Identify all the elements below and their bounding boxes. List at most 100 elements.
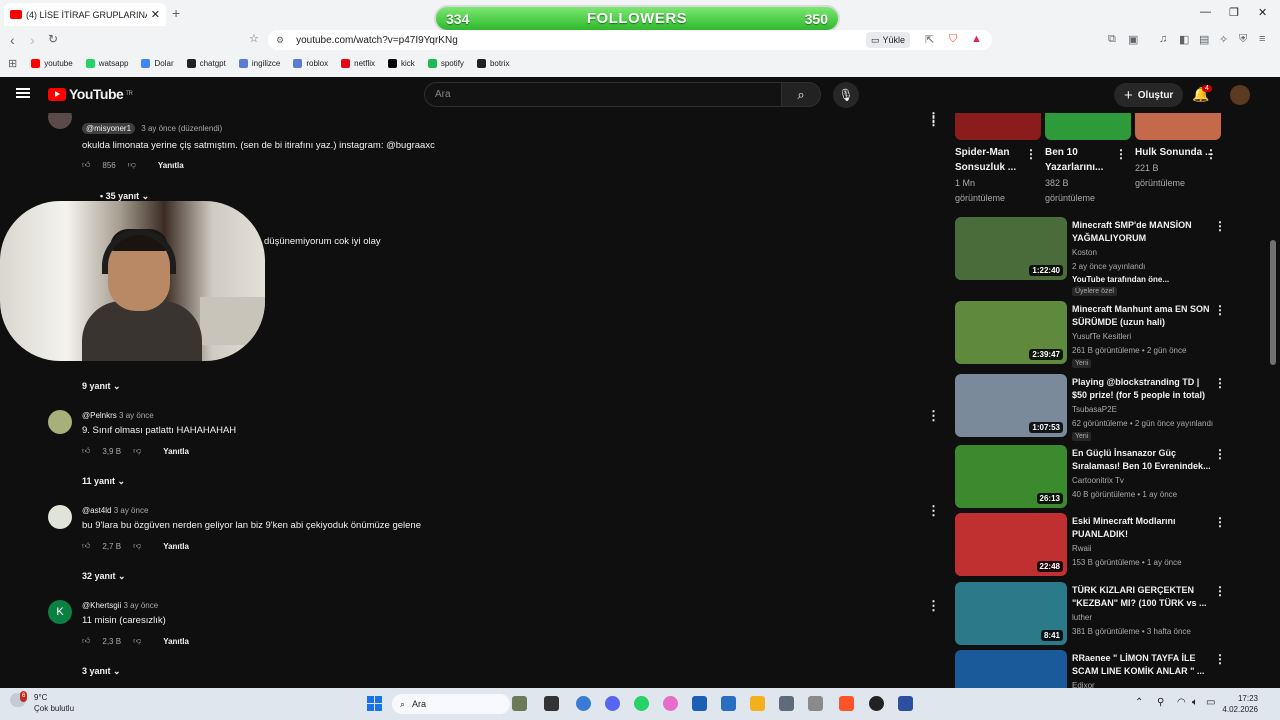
file-explorer-icon[interactable]: [750, 696, 765, 711]
reply-button[interactable]: Yanıtla: [158, 161, 184, 170]
minimize-icon[interactable]: —: [1200, 6, 1211, 18]
video-title[interactable]: RRaenee " LİMON TAYFA İLE SCAM LINE KOMİ…: [1072, 652, 1212, 677]
author-chip[interactable]: @misyoner1: [82, 123, 136, 134]
video-thumbnail[interactable]: [955, 650, 1067, 688]
sidebar-icon[interactable]: ◧: [1179, 33, 1189, 46]
create-button[interactable]: + Oluştur: [1114, 83, 1184, 107]
store-icon[interactable]: [692, 696, 707, 711]
new-tab-button[interactable]: +: [172, 5, 180, 21]
video-thumbnail[interactable]: 2:39:47: [955, 301, 1067, 364]
video-channel[interactable]: Cartoonitrix Tv: [1072, 476, 1124, 485]
tray-chevron-icon[interactable]: ⌃: [1135, 697, 1143, 708]
video-menu-icon[interactable]: ⋮: [1214, 652, 1226, 666]
avatar[interactable]: [48, 505, 72, 529]
bookmark-6[interactable]: netflix: [341, 58, 375, 68]
obs-icon[interactable]: [869, 696, 884, 711]
short-menu-icon[interactable]: ⋮: [1205, 147, 1217, 161]
back-icon[interactable]: ‹: [10, 32, 15, 48]
video-title[interactable]: Playing @blockstranding TD | $50 prize! …: [1072, 376, 1212, 401]
account-avatar[interactable]: [1230, 85, 1250, 105]
video-thumbnail[interactable]: 1:07:53: [955, 374, 1067, 437]
short-thumbnail[interactable]: [1135, 113, 1221, 140]
avatar[interactable]: [48, 113, 72, 129]
replies-toggle[interactable]: 11 yanıt ⌄: [82, 476, 125, 487]
calculator-icon[interactable]: [779, 696, 794, 711]
tab-search-icon[interactable]: ▣: [1128, 33, 1138, 46]
video-title[interactable]: Minecraft SMP'de MANSİON YAĞMALIYORUM: [1072, 219, 1212, 244]
video-menu-icon[interactable]: ⋮: [1214, 303, 1226, 317]
short-thumbnail[interactable]: [1045, 113, 1131, 140]
brave-icon[interactable]: [839, 696, 854, 711]
menu-icon[interactable]: ≡: [1259, 33, 1265, 45]
comment-menu-icon[interactable]: ⋮: [927, 503, 940, 519]
battery-icon[interactable]: ▭: [1206, 697, 1215, 708]
avatar[interactable]: [48, 410, 72, 434]
forward-icon[interactable]: ›: [30, 32, 35, 48]
search-input[interactable]: Ara: [424, 82, 782, 107]
comment-author[interactable]: @Pelnkrs: [82, 411, 117, 420]
short-item[interactable]: Hulk Sonunda ... 221 Bgörüntüleme ⋮: [1135, 113, 1221, 190]
vpn-icon[interactable]: ⛨: [1239, 33, 1247, 46]
bookmark-3[interactable]: chatgpt: [186, 58, 226, 68]
like-icon[interactable]: 👍︎: [82, 636, 90, 646]
close-window-icon[interactable]: ✕: [1258, 6, 1267, 19]
mouse-app-icon[interactable]: [808, 696, 823, 711]
video-thumbnail[interactable]: 22:48: [955, 513, 1067, 576]
maximize-icon[interactable]: ❐: [1229, 6, 1239, 19]
voice-search-button[interactable]: 🎙: [833, 82, 859, 108]
like-icon[interactable]: 👍︎: [82, 541, 90, 551]
usb-icon[interactable]: ⚲: [1157, 697, 1164, 708]
video-channel[interactable]: luther: [1072, 613, 1092, 622]
discord-icon[interactable]: [605, 696, 620, 711]
bookmark-icon[interactable]: ☆: [249, 32, 259, 45]
photos-icon[interactable]: [721, 696, 736, 711]
site-info-icon[interactable]: ⚙: [276, 35, 284, 46]
dislike-icon[interactable]: 👎︎: [133, 541, 141, 551]
taskbar-search[interactable]: ⌕ Ara: [392, 694, 510, 714]
share-icon[interactable]: ⇱: [925, 33, 934, 46]
bookmark-0[interactable]: youtube: [31, 58, 73, 68]
replies-toggle[interactable]: 3 yanıt ⌄: [82, 666, 121, 677]
reload-icon[interactable]: ↻: [48, 32, 58, 46]
video-menu-icon[interactable]: ⋮: [1214, 447, 1226, 461]
video-thumbnail[interactable]: 8:41: [955, 582, 1067, 645]
video-title[interactable]: Eski Minecraft Modlarını PUANLADIK!: [1072, 515, 1212, 540]
bookmark-4[interactable]: ingilizce: [238, 58, 280, 68]
apps-icon[interactable]: ⊞: [8, 57, 17, 70]
video-title[interactable]: TÜRK KIZLARI GERÇEKTEN "KEZBAN" MI? (100…: [1072, 584, 1212, 609]
video-menu-icon[interactable]: ⋮: [1214, 219, 1226, 233]
dislike-icon[interactable]: 👎︎: [133, 446, 141, 456]
dislike-icon[interactable]: 👎︎: [128, 160, 136, 170]
sidebar-menu-icon[interactable]: ⋮: [927, 110, 940, 126]
avatar[interactable]: K: [48, 600, 72, 624]
reply-button[interactable]: Yanıtla: [163, 447, 189, 456]
video-thumbnail[interactable]: 1:22:40: [955, 217, 1067, 280]
video-channel[interactable]: Rwaii: [1072, 544, 1092, 553]
volume-icon[interactable]: 🔈︎: [1192, 697, 1198, 708]
comment-author[interactable]: @Khertsgii: [82, 601, 121, 610]
clock[interactable]: 17:23 4.02.2026: [1218, 693, 1258, 715]
app-icon[interactable]: [898, 696, 913, 711]
wallet-icon[interactable]: ▤: [1199, 33, 1209, 46]
short-thumbnail[interactable]: [955, 113, 1041, 140]
youtube-logo[interactable]: YouTube TR: [48, 86, 133, 102]
upload-button[interactable]: ▭ Yükle: [866, 32, 911, 48]
wifi-icon[interactable]: ◠: [1177, 697, 1186, 708]
video-menu-icon[interactable]: ⋮: [1214, 376, 1226, 390]
video-channel[interactable]: Koston: [1072, 248, 1097, 257]
comment-menu-icon[interactable]: ⋮: [927, 408, 940, 424]
video-menu-icon[interactable]: ⋮: [1214, 515, 1226, 529]
bookmark-2[interactable]: Dolar: [141, 58, 174, 68]
game-app-icon[interactable]: [512, 696, 527, 711]
video-thumbnail[interactable]: 26:13: [955, 445, 1067, 508]
leo-icon[interactable]: ✧: [1219, 33, 1228, 46]
video-channel[interactable]: YusufTe Kesitleri: [1072, 332, 1131, 341]
extensions-icon[interactable]: ⧉: [1108, 33, 1116, 46]
weather-widget[interactable]: 6 9°C Çok bulutlu: [10, 691, 74, 714]
comment-menu-icon[interactable]: ⋮: [927, 598, 940, 614]
copilot-icon[interactable]: [663, 696, 678, 711]
bookmark-8[interactable]: spotify: [427, 58, 464, 68]
hamburger-menu-icon[interactable]: [16, 88, 30, 98]
settings-app-icon[interactable]: [576, 696, 591, 711]
replies-toggle[interactable]: 9 yanıt ⌄: [82, 381, 121, 392]
